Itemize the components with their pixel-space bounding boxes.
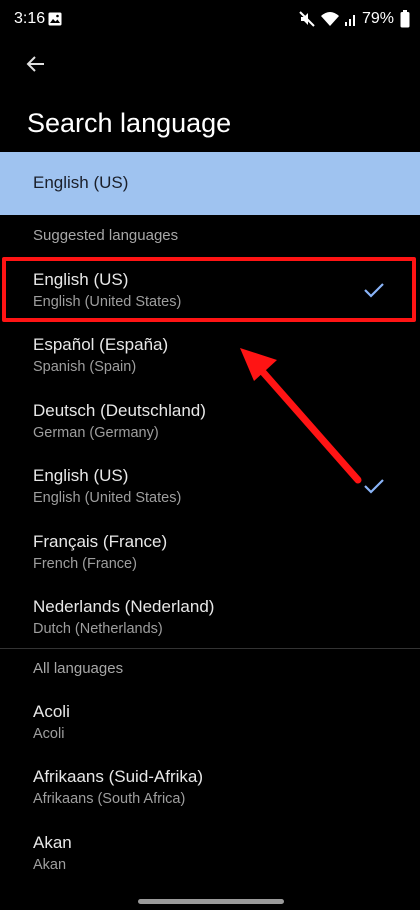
battery-percent: 79% [361,10,394,27]
wifi-icon [320,12,339,26]
language-name: English (US) [33,466,129,485]
signal-icon [344,15,355,26]
screen: 3:16 79% Search language English (US) Su… [0,0,420,910]
language-item-dutch[interactable]: Nederlands (Nederland) Dutch (Netherland… [0,589,420,653]
all-languages-header: All languages [33,660,124,677]
language-item-acoli[interactable]: Acoli Acoli [0,694,420,758]
language-name: Español (España) [33,335,169,354]
language-item-akan[interactable]: Akan Akan [0,825,420,889]
language-item-german[interactable]: Deutsch (Deutschland) German (Germany) [0,393,420,457]
status-icons: 79% [298,9,410,29]
gallery-icon [48,12,62,26]
language-item-english-us-2[interactable]: English (US) English (United States) [0,458,420,522]
language-subtitle: German (Germany) [33,425,159,441]
language-subtitle: Spanish (Spain) [33,359,137,375]
language-name: Afrikaans (Suid-Afrika) [33,767,204,786]
language-name: Français (France) [33,532,168,551]
page-title: Search language [27,108,232,138]
language-subtitle: English (United States) [33,490,182,506]
suggested-languages-header: Suggested languages [33,227,179,244]
status-bar: 3:16 79% [0,0,420,40]
divider [0,648,420,649]
check-icon [364,479,384,494]
battery-icon [400,10,410,28]
current-language[interactable]: English (US) [0,152,420,215]
language-name: Akan [33,833,72,852]
language-subtitle: Dutch (Netherlands) [33,621,163,637]
current-language-label: English (US) [33,173,129,192]
language-name: Deutsch (Deutschland) [33,401,206,420]
language-item-afrikaans[interactable]: Afrikaans (Suid-Afrika) Afrikaans (South… [0,759,420,823]
language-item-french[interactable]: Français (France) French (France) [0,524,420,588]
annotation-highlight-box [2,257,416,322]
language-subtitle: Afrikaans (South Africa) [33,791,186,807]
language-subtitle: French (France) [33,556,137,572]
language-name: Nederlands (Nederland) [33,597,215,616]
language-name: Acoli [33,702,70,721]
back-button[interactable] [20,50,52,82]
status-time: 3:16 [14,10,46,27]
language-subtitle: Akan [33,857,67,873]
language-subtitle: Acoli [33,726,65,742]
language-item-spanish[interactable]: Español (España) Spanish (Spain) [0,327,420,391]
mute-icon [299,11,315,27]
back-arrow-icon [26,56,44,72]
navigation-handle[interactable] [138,899,284,904]
